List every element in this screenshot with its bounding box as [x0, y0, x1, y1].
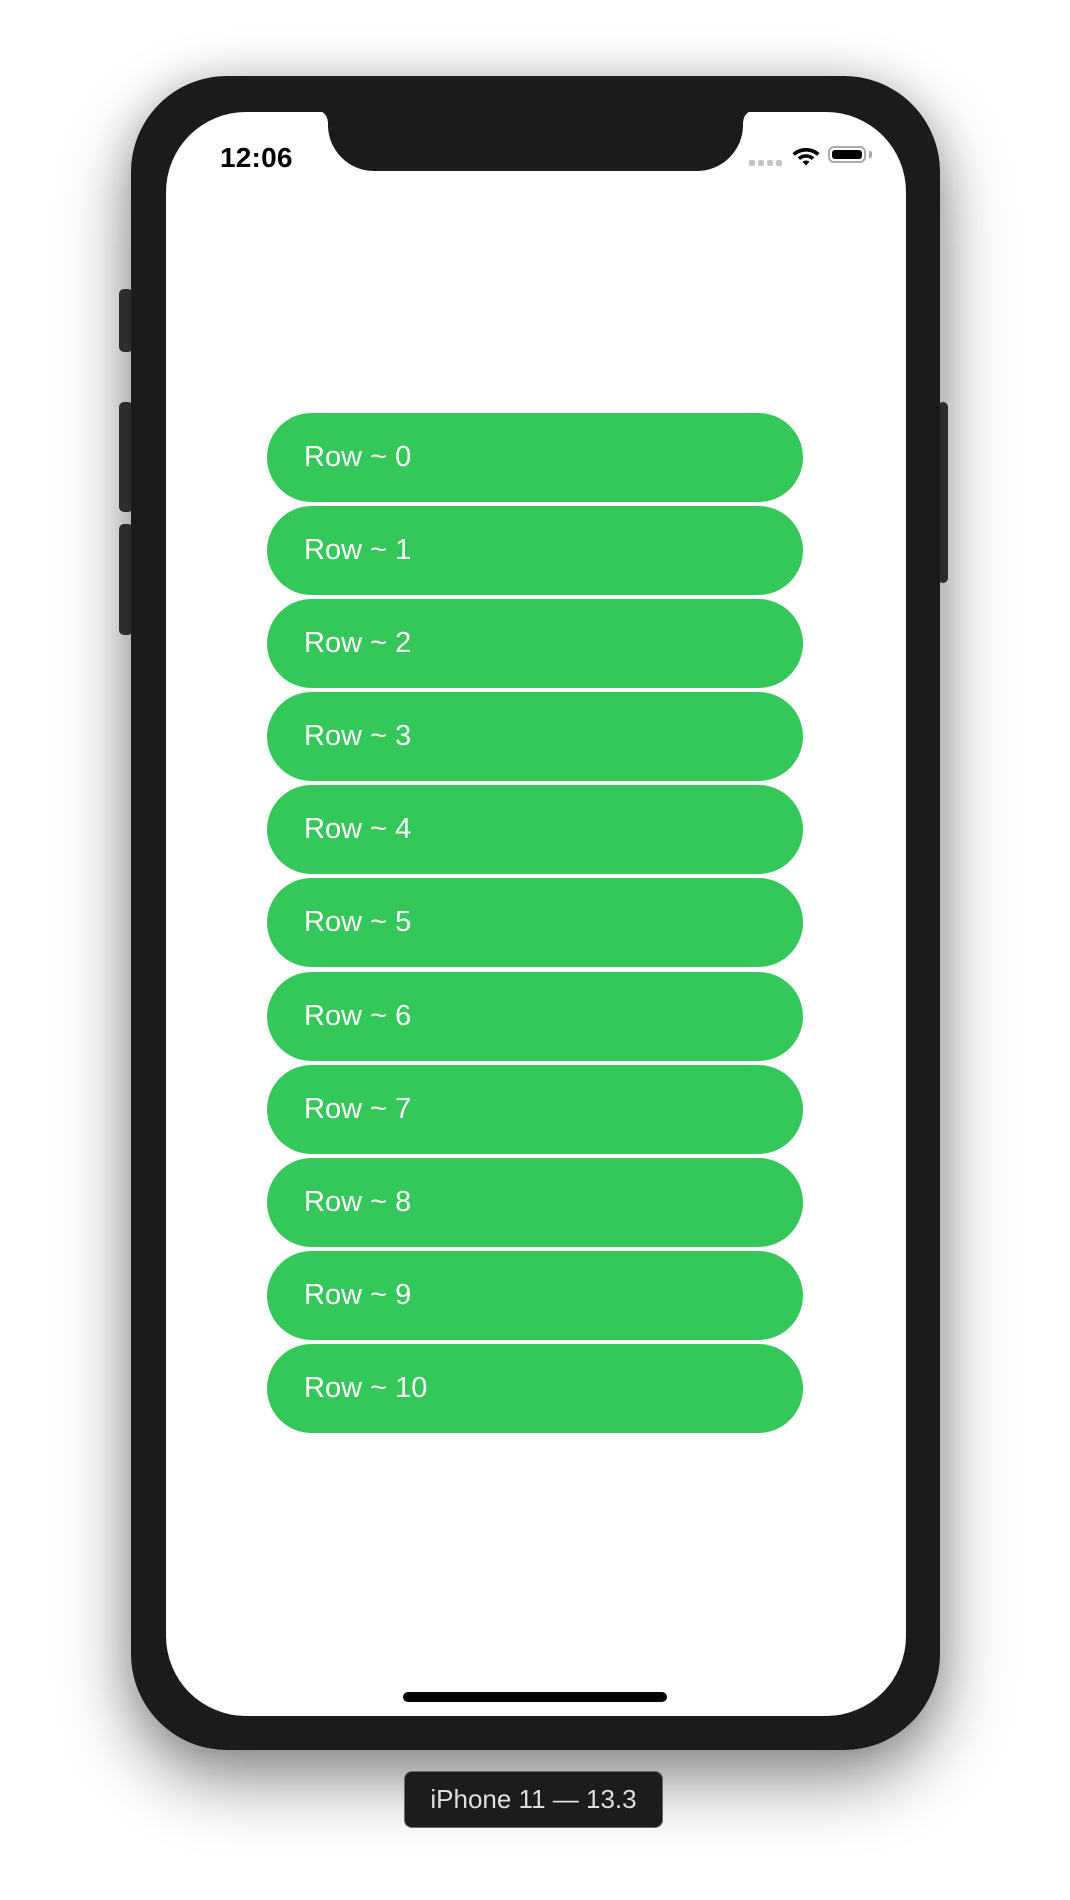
list-row-0[interactable]: Row ~ 0: [267, 413, 803, 502]
wifi-icon: [792, 148, 820, 166]
list-row-2[interactable]: Row ~ 2: [267, 599, 803, 689]
list-row-4[interactable]: Row ~ 4: [267, 785, 803, 875]
list-row-7[interactable]: Row ~ 7: [267, 1064, 803, 1154]
row-label: Row ~ 9: [304, 1278, 412, 1311]
row-label: Row ~ 5: [304, 906, 412, 939]
battery-icon: [828, 146, 866, 163]
notch: [316, 112, 755, 171]
row-label: Row ~ 2: [304, 627, 412, 660]
row-label: Row ~ 7: [304, 1092, 412, 1125]
list-row-8[interactable]: Row ~ 8: [267, 1157, 803, 1247]
list-row-3[interactable]: Row ~ 3: [267, 692, 803, 782]
device-screen: 12:06 Row ~ 0 Row ~ 1 Row ~ 2 Row ~ 3 Ro…: [166, 112, 906, 1716]
cellular-signal-icon: [749, 160, 782, 166]
row-label: Row ~ 0: [304, 441, 412, 473]
row-label: Row ~ 4: [304, 813, 412, 846]
row-label: Row ~ 10: [304, 1371, 428, 1404]
list-row-6[interactable]: Row ~ 6: [267, 971, 803, 1061]
row-label: Row ~ 6: [304, 999, 412, 1032]
list-row-1[interactable]: Row ~ 1: [267, 506, 803, 596]
home-indicator[interactable]: [403, 1692, 667, 1702]
status-bar-time: 12:06: [220, 142, 293, 173]
list-row-9[interactable]: Row ~ 9: [267, 1250, 803, 1340]
list-row-10[interactable]: Row ~ 10: [267, 1343, 803, 1433]
row-label: Row ~ 8: [304, 1185, 412, 1218]
list-row-5[interactable]: Row ~ 5: [267, 878, 803, 968]
row-label: Row ~ 1: [304, 534, 412, 567]
battery-level-fill: [832, 150, 862, 159]
simulator-device-label: iPhone 11 — 13.3: [404, 1771, 663, 1828]
row-list: Row ~ 0 Row ~ 1 Row ~ 2 Row ~ 3 Row ~ 4 …: [267, 413, 803, 1437]
battery-nub: [869, 151, 872, 158]
row-label: Row ~ 3: [304, 720, 412, 753]
